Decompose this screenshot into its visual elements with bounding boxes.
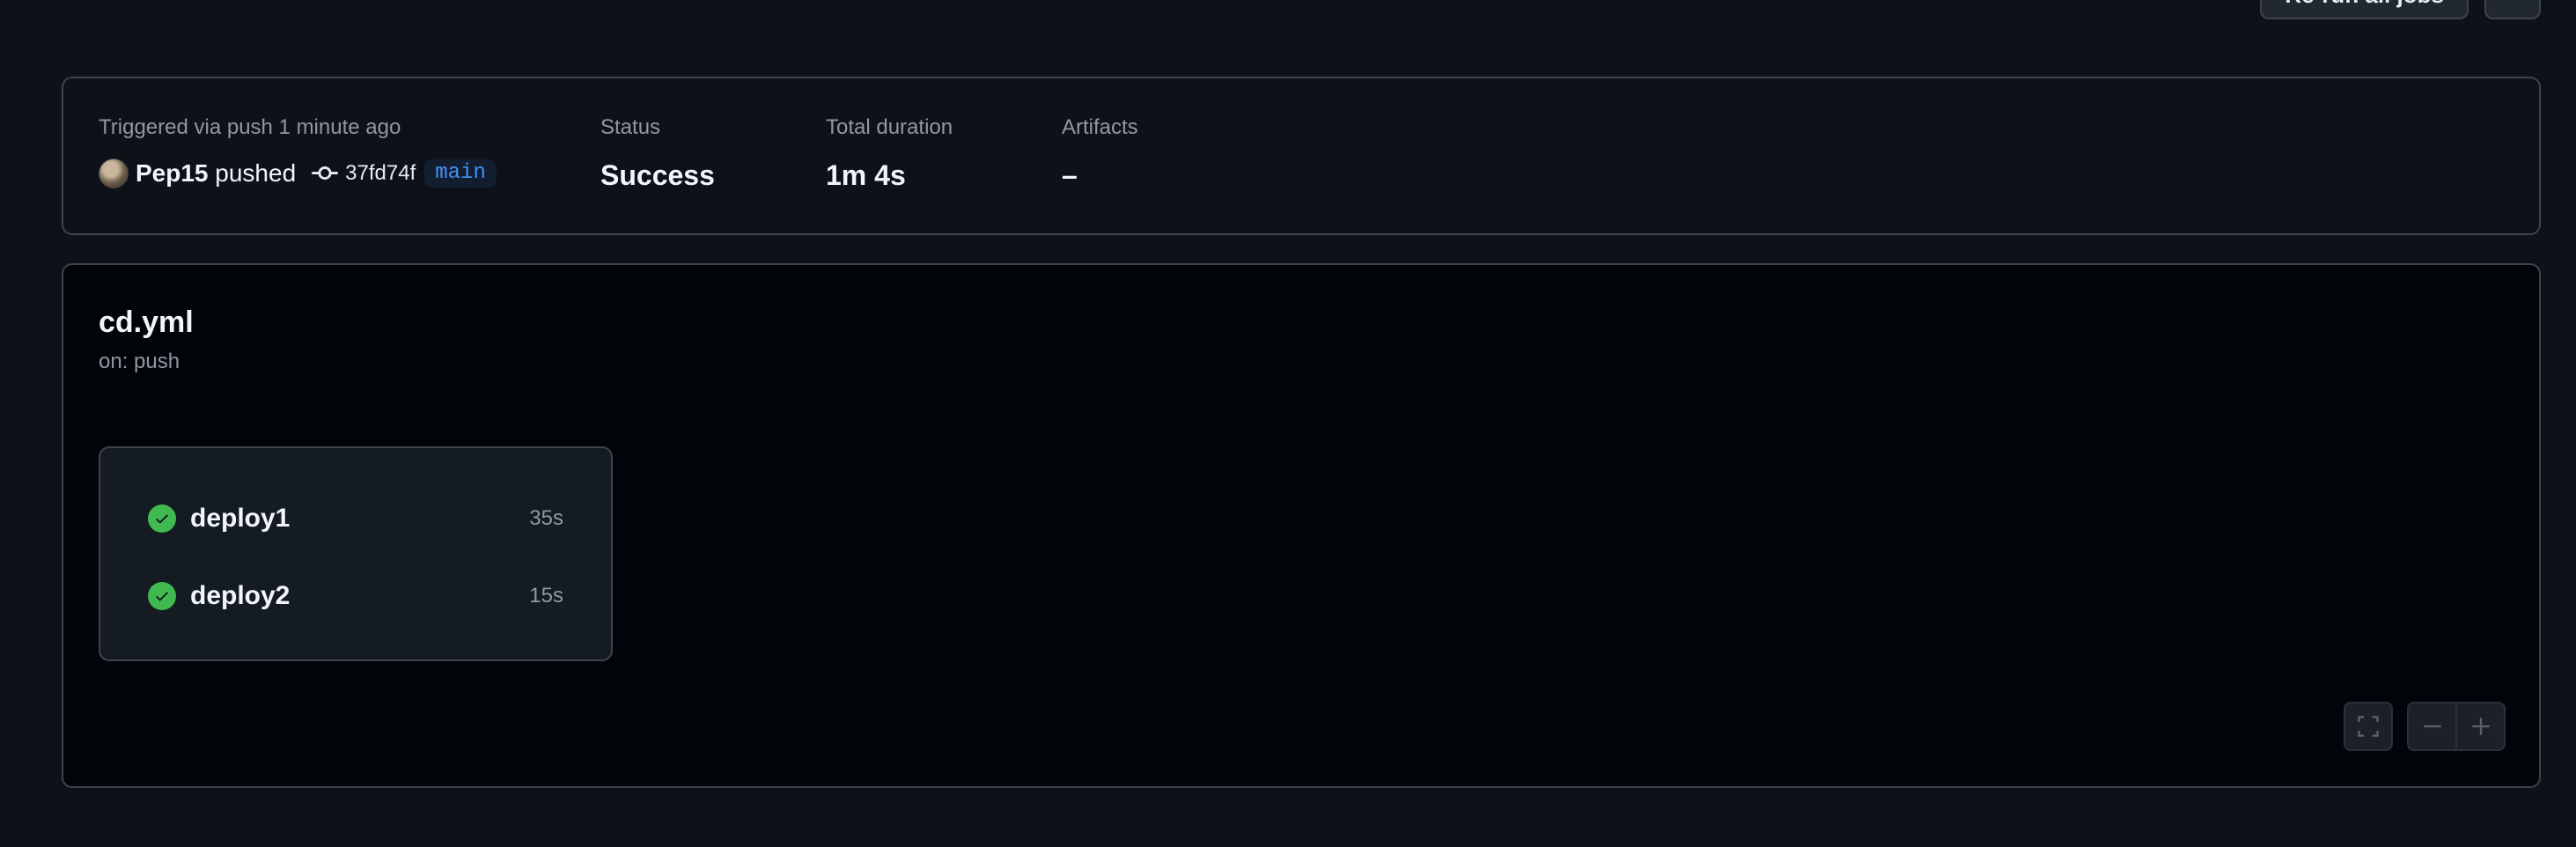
status-column: Status Success (600, 115, 715, 191)
zoom-in-button[interactable] (2456, 702, 2506, 751)
commit-sha-link[interactable]: 37fd74f (345, 161, 416, 186)
job-deploy2[interactable]: deploy2 15s (148, 578, 563, 614)
graph-controls (2344, 702, 2506, 751)
zoom-out-button[interactable] (2407, 702, 2456, 751)
workflow-trigger: on: push (99, 350, 180, 373)
duration-column: Total duration 1m 4s (826, 115, 953, 191)
avatar[interactable] (99, 158, 129, 188)
branch-badge[interactable]: main (424, 159, 497, 188)
actor-text: Pep15 pushed (136, 159, 296, 188)
actor-name[interactable]: Pep15 (136, 159, 209, 187)
run-summary: Triggered via push 1 minute ago Pep15 pu… (62, 77, 2541, 235)
artifacts-label: Artifacts (1062, 115, 1138, 139)
workflow-graph: cd.yml on: push deploy1 35s deploy2 15s (62, 263, 2541, 788)
artifacts-value: – (1062, 159, 1078, 191)
duration-value: 1m 4s (826, 159, 906, 191)
job-deploy1[interactable]: deploy1 35s (148, 501, 563, 536)
trigger-details: Pep15 pushed 37fd74f main (99, 158, 497, 189)
fullscreen-button[interactable] (2344, 702, 2393, 751)
jobs-group: deploy1 35s deploy2 15s (99, 446, 613, 661)
job-duration: 15s (529, 584, 563, 608)
top-actions: Re-run all jobs (2260, 0, 2541, 19)
more-actions-button[interactable] (2484, 0, 2541, 19)
job-name: deploy2 (190, 581, 291, 610)
status-label: Status (600, 115, 661, 139)
minus-icon (2423, 725, 2441, 728)
plus-icon (2471, 718, 2490, 735)
check-circle-icon (148, 505, 176, 533)
check-circle-icon (148, 582, 176, 610)
trigger-column: Triggered via push 1 minute ago Pep15 pu… (99, 117, 497, 189)
artifacts-column: Artifacts – (1062, 115, 1138, 191)
status-value: Success (600, 159, 715, 191)
actor-action: pushed (215, 159, 297, 187)
rerun-all-jobs-button[interactable]: Re-run all jobs (2260, 0, 2469, 19)
job-name: deploy1 (190, 504, 291, 533)
duration-label: Total duration (826, 115, 953, 139)
job-duration: 35s (529, 506, 563, 530)
workflow-file-name[interactable]: cd.yml (99, 306, 194, 340)
zoom-group (2407, 702, 2506, 751)
fullscreen-icon (2358, 716, 2379, 737)
trigger-label: Triggered via push 1 minute ago (99, 115, 401, 139)
git-commit-icon (312, 166, 339, 180)
